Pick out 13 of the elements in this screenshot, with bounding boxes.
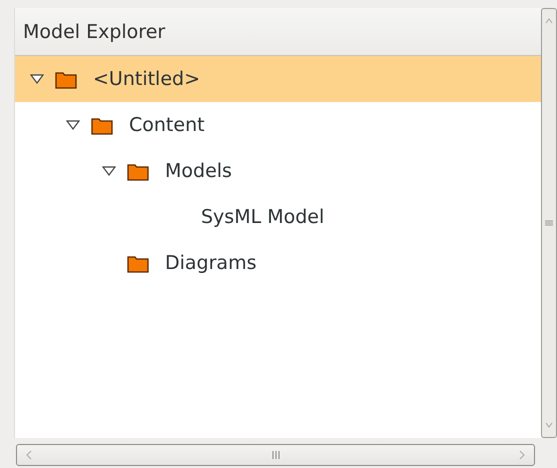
vertical-scrollbar[interactable] — [541, 8, 557, 438]
horizontal-scrollbar[interactable] — [16, 444, 535, 466]
tree-item[interactable]: Content — [15, 102, 541, 148]
expander-icon[interactable] — [102, 166, 116, 176]
tree-item[interactable]: Models — [15, 148, 541, 194]
tree-item[interactable]: SysML Model — [15, 194, 541, 240]
expander-icon[interactable] — [30, 74, 44, 84]
expander-icon[interactable] — [66, 120, 80, 130]
grip-icon[interactable] — [270, 451, 280, 459]
panel-title: Model Explorer — [23, 20, 166, 42]
tree-item[interactable]: <Untitled> — [15, 56, 541, 102]
grip-icon[interactable] — [545, 219, 553, 227]
tree-item[interactable]: Diagrams — [15, 240, 541, 286]
